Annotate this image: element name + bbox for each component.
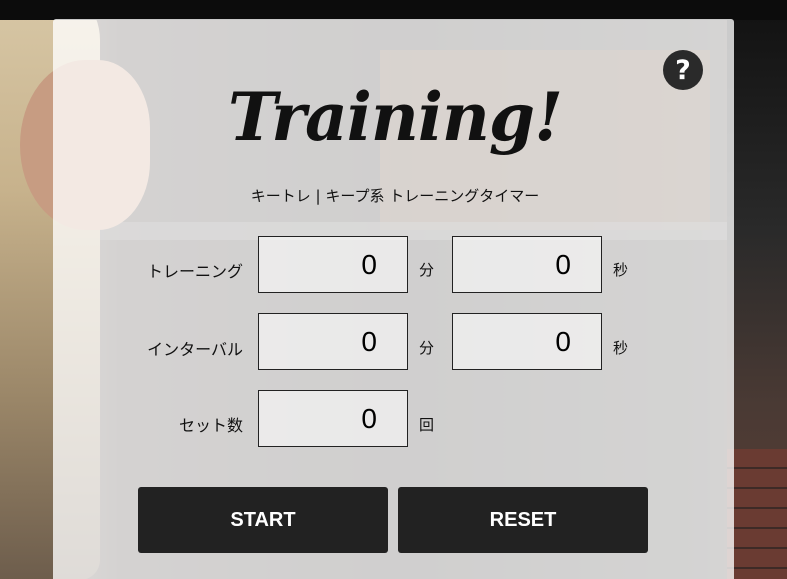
app-title: Training! (227, 78, 563, 156)
app-subtitle: キートレ | キープ系 トレーニングタイマー (250, 187, 540, 205)
interval-seconds-unit: 秒 (613, 339, 629, 357)
training-seconds-unit: 秒 (613, 261, 629, 279)
interval-minutes-input[interactable] (258, 313, 408, 370)
training-seconds-input[interactable] (452, 236, 602, 293)
help-icon[interactable]: ? (663, 50, 703, 90)
sets-count-input[interactable] (258, 390, 408, 447)
reset-button[interactable]: RESET (398, 487, 648, 553)
background-bricks (727, 449, 787, 579)
start-button[interactable]: START (138, 487, 388, 553)
interval-seconds-input[interactable] (452, 313, 602, 370)
interval-minutes-unit: 分 (419, 339, 435, 357)
training-label: トレーニング (146, 262, 243, 281)
training-minutes-input[interactable] (258, 236, 408, 293)
sets-count-unit: 回 (419, 416, 435, 434)
training-minutes-unit: 分 (419, 261, 435, 279)
sets-label: セット数 (178, 416, 243, 435)
background-top-strip (0, 0, 787, 20)
interval-label: インターバル (147, 340, 243, 359)
